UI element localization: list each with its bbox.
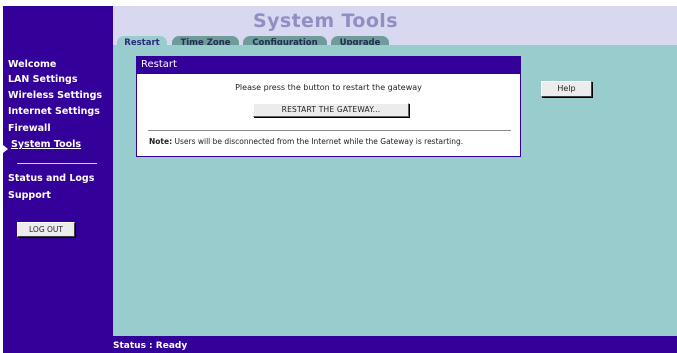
status-text: Status : Ready — [113, 341, 188, 351]
note-label: Note: — [149, 137, 173, 146]
current-page-arrow-icon — [3, 145, 8, 153]
panel-divider — [148, 130, 511, 131]
restart-panel: Please press the button to restart the g… — [136, 74, 521, 157]
sidebar-item-firewall[interactable]: Firewall — [8, 123, 51, 134]
restart-gateway-button[interactable]: RESTART THE GATEWAY... — [253, 103, 409, 117]
sidebar-item-system-tools[interactable]: System Tools — [11, 139, 81, 150]
restart-note: Note: Users will be disconnected from th… — [149, 137, 463, 146]
sidebar-item-internet-settings[interactable]: Internet Settings — [8, 106, 100, 117]
logout-button[interactable]: LOG OUT — [17, 222, 75, 237]
help-button[interactable]: Help — [541, 81, 592, 97]
sidebar-item-status-and-logs[interactable]: Status and Logs — [8, 173, 94, 184]
status-bar: Status : Ready — [113, 336, 677, 353]
sidebar-divider — [17, 163, 97, 164]
page-title: System Tools — [253, 10, 398, 32]
sidebar-item-welcome[interactable]: Welcome — [8, 59, 56, 70]
note-text: Users will be disconnected from the Inte… — [172, 137, 464, 146]
sidebar-item-lan-settings[interactable]: LAN Settings — [8, 74, 78, 85]
restart-instruction: Please press the button to restart the g… — [235, 83, 422, 92]
sidebar: Welcome LAN Settings Wireless Settings I… — [3, 6, 113, 353]
panel-title: Restart — [136, 56, 521, 74]
sidebar-item-wireless-settings[interactable]: Wireless Settings — [8, 90, 102, 101]
header: System Tools Restart Time Zone Configura… — [113, 6, 677, 51]
sidebar-item-support[interactable]: Support — [8, 190, 51, 201]
